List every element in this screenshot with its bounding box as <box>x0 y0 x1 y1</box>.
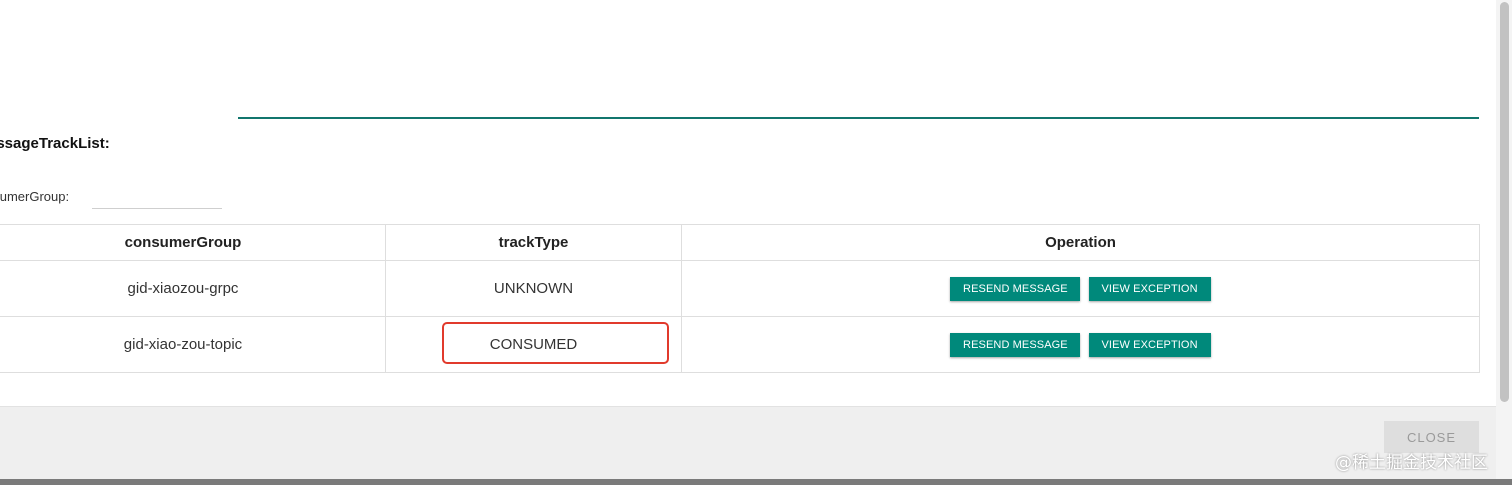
header-track-type: trackType <box>385 224 682 261</box>
consumer-group-cell: gid-xiao-zou-topic <box>0 316 386 373</box>
resend-message-button[interactable]: RESEND MESSAGE <box>950 332 1081 357</box>
view-exception-button[interactable]: VIEW EXCEPTION <box>1088 332 1211 357</box>
message-track-table: consumerGroup trackType Operation gid-xi… <box>0 224 1480 373</box>
operation-cell: RESEND MESSAGE VIEW EXCEPTION <box>681 316 1480 373</box>
operation-cell: RESEND MESSAGE VIEW EXCEPTION <box>681 260 1480 317</box>
track-type-cell: UNKNOWN <box>385 260 682 317</box>
dialog-footer: CLOSE <box>0 406 1496 479</box>
view-exception-button[interactable]: VIEW EXCEPTION <box>1088 276 1211 301</box>
consumer-group-cell: gid-xiaozou-grpc <box>0 260 386 317</box>
header-consumer-group: consumerGroup <box>0 224 386 261</box>
table-header-row: consumerGroup trackType Operation <box>0 224 1480 261</box>
track-type-cell: CONSUMED <box>385 316 682 373</box>
consumer-group-filter-label: nsumerGroup: <box>0 189 70 204</box>
header-operation: Operation <box>681 224 1480 261</box>
watermark: @稀土掘金技术社区 <box>1335 453 1488 473</box>
table-row: gid-xiao-zou-topic CONSUMED RESEND MESSA… <box>0 316 1480 373</box>
tab-indicator-line <box>238 117 1479 119</box>
scrollbar-thumb[interactable] <box>1500 2 1509 402</box>
table-row: gid-xiaozou-grpc UNKNOWN RESEND MESSAGE … <box>0 260 1480 317</box>
consumer-group-filter-input[interactable] <box>92 186 222 209</box>
message-track-dialog: essageTrackList: nsumerGroup: consumerGr… <box>0 0 1496 479</box>
message-track-list-title: essageTrackList: <box>0 135 110 152</box>
resend-message-button[interactable]: RESEND MESSAGE <box>950 276 1081 301</box>
